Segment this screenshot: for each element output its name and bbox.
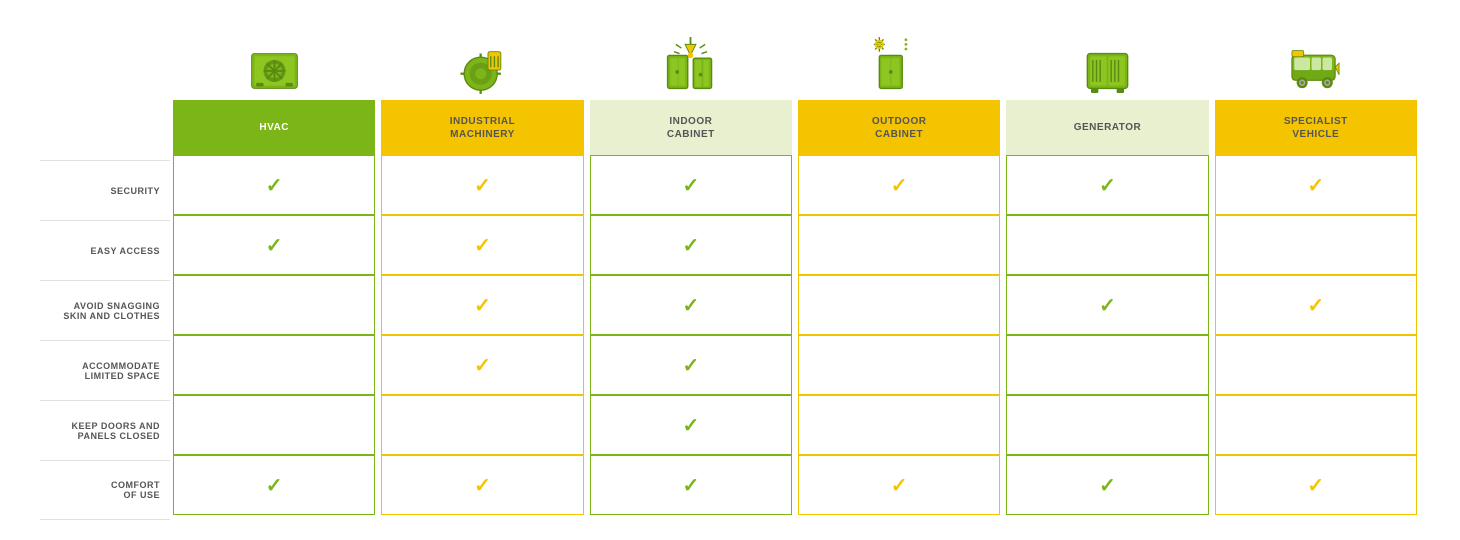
checkmark-2-5: ✓ <box>1307 293 1324 318</box>
cell-0-4: ✓ <box>1006 155 1208 215</box>
cell-1-4 <box>1006 215 1208 275</box>
checkmark-5-1: ✓ <box>474 473 491 498</box>
checkmark-0-0: ✓ <box>266 173 283 198</box>
checkmark-5-4: ✓ <box>1099 473 1116 498</box>
cell-2-5: ✓ <box>1215 275 1417 335</box>
checkmark-0-3: ✓ <box>891 173 908 198</box>
checkmark-3-2: ✓ <box>682 353 699 378</box>
row-label-5: COMFORTOF USE <box>40 460 170 520</box>
cell-1-0: ✓ <box>173 215 375 275</box>
cell-3-2: ✓ <box>590 335 792 395</box>
cell-0-5: ✓ <box>1215 155 1417 215</box>
cell-5-3: ✓ <box>798 455 1000 515</box>
cell-5-0: ✓ <box>173 455 375 515</box>
cell-2-0 <box>173 275 375 335</box>
cell-2-4: ✓ <box>1006 275 1208 335</box>
data-row-4: ✓ <box>170 395 1420 455</box>
checkmark-2-4: ✓ <box>1099 293 1116 318</box>
cell-2-3 <box>798 275 1000 335</box>
col-icon-generator <box>1080 20 1135 100</box>
checkmark-5-0: ✓ <box>266 473 283 498</box>
cell-2-1: ✓ <box>381 275 583 335</box>
cell-4-2: ✓ <box>590 395 792 455</box>
row-label-2: AVOID SNAGGINGSKIN AND CLOTHES <box>40 280 170 340</box>
col-title-generator: GENERATOR <box>1006 100 1208 155</box>
checkmark-1-1: ✓ <box>474 233 491 258</box>
checkmark-0-5: ✓ <box>1307 173 1324 198</box>
data-row-0: ✓ ✓ ✓ ✓ ✓ ✓ <box>170 155 1420 215</box>
cell-1-5 <box>1215 215 1417 275</box>
cell-4-3 <box>798 395 1000 455</box>
col-icon-specialist <box>1288 20 1343 100</box>
row-label-0: SECURITY <box>40 160 170 220</box>
cell-3-4 <box>1006 335 1208 395</box>
checkmark-1-2: ✓ <box>682 233 699 258</box>
col-header-hvac: HVAC <box>173 20 375 155</box>
cell-4-4 <box>1006 395 1208 455</box>
col-icon-indoor <box>663 20 718 100</box>
cell-5-1: ✓ <box>381 455 583 515</box>
row-label-3: ACCOMMODATELIMITED SPACE <box>40 340 170 400</box>
cell-1-2: ✓ <box>590 215 792 275</box>
comparison-table-wrapper: SECURITYEASY ACCESSAVOID SNAGGINGSKIN AN… <box>0 0 1460 540</box>
row-label-4: KEEP DOORS ANDPANELS CLOSED <box>40 400 170 460</box>
checkmark-0-4: ✓ <box>1099 173 1116 198</box>
row-label-1: EASY ACCESS <box>40 220 170 280</box>
data-row-5: ✓ ✓ ✓ ✓ ✓ ✓ <box>170 455 1420 515</box>
col-header-specialist: SPECIALISTVEHICLE <box>1215 20 1417 155</box>
data-row-1: ✓ ✓ ✓ <box>170 215 1420 275</box>
checkmark-0-2: ✓ <box>682 173 699 198</box>
data-row-3: ✓✓ <box>170 335 1420 395</box>
checkmark-5-3: ✓ <box>891 473 908 498</box>
col-title-industrial: INDUSTRIALMACHINERY <box>381 100 583 155</box>
cell-5-2: ✓ <box>590 455 792 515</box>
col-header-indoor: INDOORCABINET <box>590 20 792 155</box>
col-header-outdoor: OUTDOORCABINET <box>798 20 1000 155</box>
cell-1-3 <box>798 215 1000 275</box>
checkmark-5-5: ✓ <box>1307 473 1324 498</box>
col-title-hvac: HVAC <box>173 100 375 155</box>
cell-5-4: ✓ <box>1006 455 1208 515</box>
cell-3-3 <box>798 335 1000 395</box>
col-title-outdoor: OUTDOORCABINET <box>798 100 1000 155</box>
col-title-indoor: INDOORCABINET <box>590 100 792 155</box>
grid-area: HVAC INDUSTRIALMACHINERY <box>170 20 1420 515</box>
cell-3-0 <box>173 335 375 395</box>
cell-1-1: ✓ <box>381 215 583 275</box>
checkmark-2-1: ✓ <box>474 293 491 318</box>
col-icon-hvac <box>247 20 302 100</box>
col-header-generator: GENERATOR <box>1006 20 1208 155</box>
cell-2-2: ✓ <box>590 275 792 335</box>
cell-0-2: ✓ <box>590 155 792 215</box>
col-header-industrial: INDUSTRIALMACHINERY <box>381 20 583 155</box>
cell-0-3: ✓ <box>798 155 1000 215</box>
checkmark-1-0: ✓ <box>266 233 283 258</box>
cell-4-5 <box>1215 395 1417 455</box>
checkmark-0-1: ✓ <box>474 173 491 198</box>
cell-3-1: ✓ <box>381 335 583 395</box>
cell-4-0 <box>173 395 375 455</box>
cell-0-0: ✓ <box>173 155 375 215</box>
row-labels: SECURITYEASY ACCESSAVOID SNAGGINGSKIN AN… <box>40 160 170 520</box>
data-rows: ✓✓✓✓✓✓✓✓✓✓✓✓✓✓✓✓✓✓✓✓✓✓ <box>170 155 1420 515</box>
checkmark-5-2: ✓ <box>682 473 699 498</box>
cell-3-5 <box>1215 335 1417 395</box>
cell-4-1 <box>381 395 583 455</box>
cell-5-5: ✓ <box>1215 455 1417 515</box>
header-row: HVAC INDUSTRIALMACHINERY <box>170 20 1420 155</box>
checkmark-2-2: ✓ <box>682 293 699 318</box>
col-title-specialist: SPECIALISTVEHICLE <box>1215 100 1417 155</box>
col-icon-industrial <box>455 20 510 100</box>
data-row-2: ✓ ✓ ✓ ✓ <box>170 275 1420 335</box>
checkmark-3-1: ✓ <box>474 353 491 378</box>
checkmark-4-2: ✓ <box>682 413 699 438</box>
col-icon-outdoor <box>872 20 927 100</box>
cell-0-1: ✓ <box>381 155 583 215</box>
